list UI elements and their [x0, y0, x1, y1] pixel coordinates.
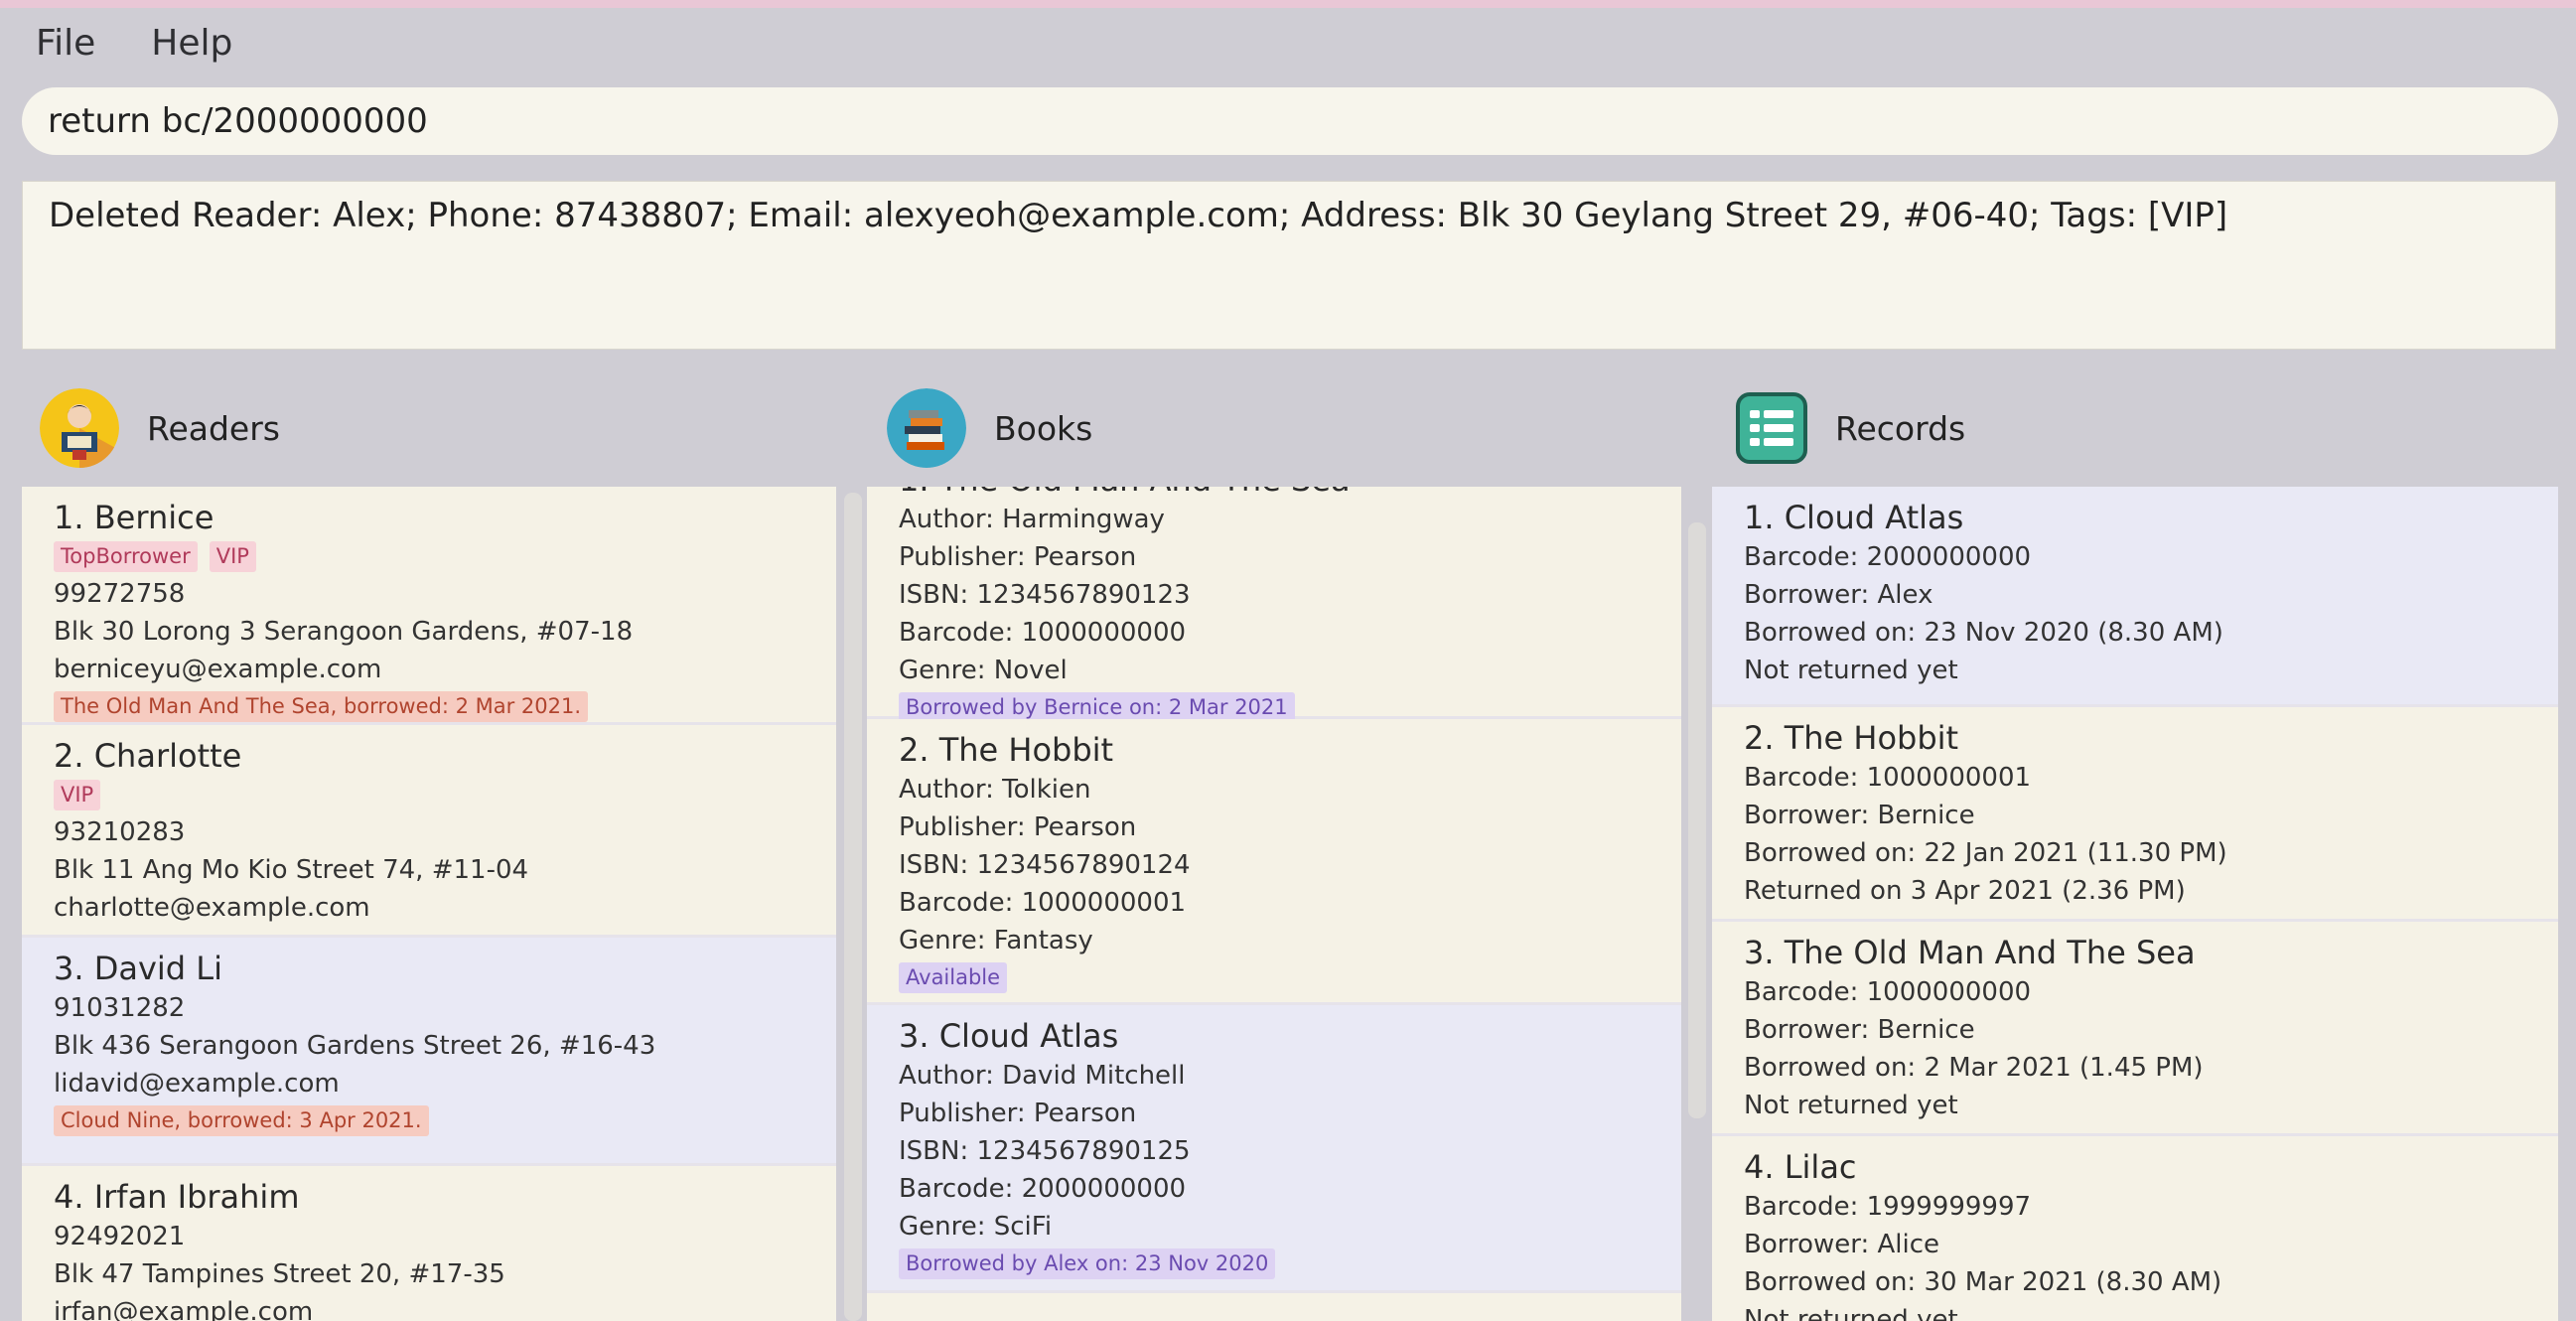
book-publisher: Publisher: Pearson: [899, 542, 1137, 572]
reader-name: 4. Irfan Ibrahim: [54, 1178, 300, 1216]
record-return-status: Returned on 3 Apr 2021 (2.36 PM): [1744, 876, 2186, 906]
books-scrollbar[interactable]: [1688, 522, 1706, 1118]
reader-address: Blk 11 Ang Mo Kio Street 74, #11-04: [54, 855, 529, 885]
book-card[interactable]: 1. The Old Man And The Sea Author: Harmi…: [867, 487, 1681, 723]
records-title: Records: [1835, 408, 1966, 448]
reader-name: 3. David Li: [54, 950, 222, 987]
record-name: 2. The Hobbit: [1744, 719, 1959, 757]
books-list[interactable]: 1. The Old Man And The Sea Author: Harmi…: [867, 487, 1681, 1321]
record-return-status: Not returned yet: [1744, 656, 1958, 685]
reader-loan-tag: Cloud Nine, borrowed: 3 Apr 2021.: [54, 1105, 429, 1136]
book-publisher: Publisher: Pearson: [899, 812, 1137, 842]
record-borrower: Borrower: Bernice: [1744, 1015, 1975, 1045]
book-isbn: ISBN: 1234567890125: [899, 1136, 1191, 1166]
menu-help[interactable]: Help: [151, 23, 232, 64]
reader-card[interactable]: 2. Charlotte VIP 93210283 Blk 11 Ang Mo …: [22, 725, 836, 938]
book-card[interactable]: 2. The Hobbit Author: Tolkien Publisher:…: [867, 719, 1681, 1005]
record-card[interactable]: 4. Lilac Barcode: 1999999997 Borrower: A…: [1712, 1136, 2558, 1321]
record-name: 3. The Old Man And The Sea: [1744, 934, 2196, 971]
record-name: 4. Lilac: [1744, 1148, 1857, 1186]
reader-email: charlotte@example.com: [54, 893, 370, 923]
record-barcode: Barcode: 1999999997: [1744, 1192, 2032, 1222]
result-display: Deleted Reader: Alex; Phone: 87438807; E…: [22, 181, 2556, 350]
record-borrowed-on: Borrowed on: 30 Mar 2021 (8.30 AM): [1744, 1267, 2222, 1297]
reader-card[interactable]: 1. Bernice TopBorrower VIP 99272758 Blk 3…: [22, 487, 836, 725]
book-status-tag: Available: [899, 962, 1008, 993]
reader-email: lidavid@example.com: [54, 1069, 340, 1099]
book-author: Author: Harmingway: [899, 505, 1165, 534]
book-author: Author: Tolkien: [899, 775, 1091, 805]
menu-file[interactable]: File: [36, 23, 95, 64]
books-header: Books: [887, 387, 1092, 469]
readers-scrollbar[interactable]: [844, 493, 862, 1321]
book-publisher: Publisher: Pearson: [899, 1099, 1137, 1128]
book-name: 3. Cloud Atlas: [899, 1017, 1119, 1055]
readers-header: Readers: [40, 387, 280, 469]
result-text: Deleted Reader: Alex; Phone: 87438807; E…: [49, 196, 2228, 235]
reader-tag: TopBorrower: [54, 541, 198, 572]
record-card[interactable]: 3. The Old Man And The Sea Barcode: 1000…: [1712, 922, 2558, 1136]
book-card[interactable]: 3. Cloud Atlas Author: David Mitchell Pu…: [867, 1005, 1681, 1293]
record-borrowed-on: Borrowed on: 2 Mar 2021 (1.45 PM): [1744, 1053, 2204, 1083]
record-borrower: Borrower: Alex: [1744, 580, 1933, 610]
reader-address: Blk 47 Tampines Street 20, #17-35: [54, 1259, 505, 1289]
book-genre: Genre: SciFi: [899, 1212, 1053, 1242]
reader-address: Blk 30 Lorong 3 Serangoon Gardens, #07-1…: [54, 617, 634, 647]
book-barcode: Barcode: 1000000000: [899, 618, 1187, 648]
records-header: Records: [1736, 387, 1965, 469]
record-borrower: Borrower: Alice: [1744, 1230, 1940, 1259]
reader-email: irfan@example.com: [54, 1297, 314, 1321]
list-icon: [1736, 392, 1807, 464]
reader-icon: [40, 388, 119, 468]
book-barcode: Barcode: 2000000000: [899, 1174, 1187, 1204]
reader-card[interactable]: 4. Irfan Ibrahim 92492021 Blk 47 Tampine…: [22, 1166, 836, 1321]
record-borrowed-on: Borrowed on: 22 Jan 2021 (11.30 PM): [1744, 838, 2227, 868]
record-borrower: Borrower: Bernice: [1744, 801, 1975, 830]
book-name: 1. The Old Man And The Sea: [899, 487, 1649, 501]
readers-title: Readers: [147, 408, 280, 448]
menu-bar: File Help: [0, 8, 2576, 77]
record-barcode: Barcode: 1000000001: [1744, 763, 2032, 793]
readers-list[interactable]: 1. Bernice TopBorrower VIP 99272758 Blk 3…: [22, 487, 836, 1321]
reader-name: 1. Bernice: [54, 499, 215, 536]
record-barcode: Barcode: 2000000000: [1744, 542, 2032, 572]
books-icon: [887, 388, 966, 468]
record-return-status: Not returned yet: [1744, 1091, 1958, 1120]
reader-phone: 91031282: [54, 993, 186, 1023]
record-name: 1. Cloud Atlas: [1744, 499, 1964, 536]
record-barcode: Barcode: 1000000000: [1744, 977, 2032, 1007]
reader-tag: VIP: [54, 780, 101, 810]
book-isbn: ISBN: 1234567890123: [899, 580, 1191, 610]
record-card[interactable]: 2. The Hobbit Barcode: 1000000001 Borrow…: [1712, 707, 2558, 922]
command-input-text: return bc/2000000000: [48, 101, 428, 141]
book-barcode: Barcode: 1000000001: [899, 888, 1187, 918]
window-top-border: [0, 0, 2576, 8]
book-name: 2. The Hobbit: [899, 731, 1114, 769]
reader-card[interactable]: 3. David Li 91031282 Blk 436 Serangoon G…: [22, 938, 836, 1166]
book-genre: Genre: Novel: [899, 656, 1068, 685]
book-isbn: ISBN: 1234567890124: [899, 850, 1191, 880]
records-list[interactable]: 1. Cloud Atlas Barcode: 2000000000 Borro…: [1712, 487, 2558, 1321]
command-input[interactable]: return bc/2000000000: [22, 87, 2558, 155]
reader-phone: 92492021: [54, 1222, 186, 1251]
record-return-status: Not returned yet: [1744, 1305, 1958, 1321]
reader-email: berniceyu@example.com: [54, 655, 382, 684]
book-genre: Genre: Fantasy: [899, 926, 1093, 955]
reader-tag: VIP: [209, 541, 256, 572]
reader-address: Blk 436 Serangoon Gardens Street 26, #16…: [54, 1031, 656, 1061]
reader-phone: 99272758: [54, 579, 186, 609]
book-card[interactable]: [867, 1293, 1681, 1321]
reader-loan-tag: The Old Man And The Sea, borrowed: 2 Mar…: [54, 691, 589, 722]
reader-phone: 93210283: [54, 817, 186, 847]
book-author: Author: David Mitchell: [899, 1061, 1186, 1091]
record-borrowed-on: Borrowed on: 23 Nov 2020 (8.30 AM): [1744, 618, 2223, 648]
books-title: Books: [994, 408, 1093, 448]
book-status-tag: Borrowed by Alex on: 23 Nov 2020: [899, 1248, 1276, 1279]
reader-name: 2. Charlotte: [54, 737, 242, 775]
record-card[interactable]: 1. Cloud Atlas Barcode: 2000000000 Borro…: [1712, 487, 2558, 707]
